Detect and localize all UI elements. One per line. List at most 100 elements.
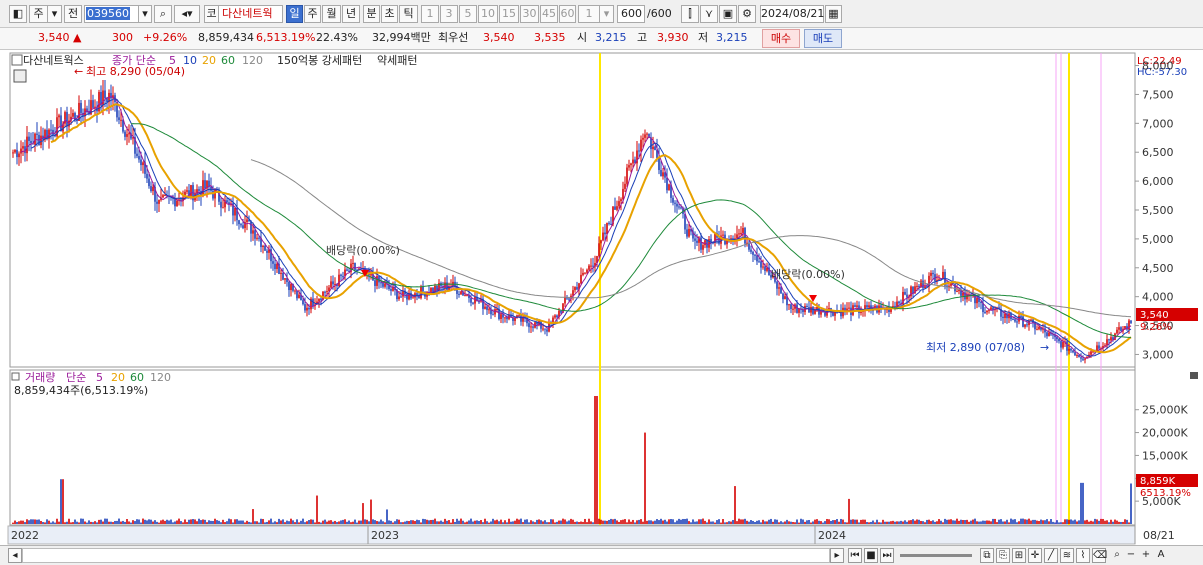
- interval-60[interactable]: 60: [559, 5, 576, 23]
- volume-bar: [794, 522, 796, 524]
- date-input[interactable]: 2024/08/21: [760, 5, 824, 23]
- candle-body: [258, 237, 260, 239]
- volume-bar: [792, 522, 794, 524]
- fibonacci-icon[interactable]: ≋: [1060, 548, 1074, 563]
- volume-bar: [1116, 520, 1118, 524]
- period-second[interactable]: 초: [381, 5, 398, 23]
- last-price-tag: 3,540: [1140, 310, 1169, 321]
- period-month[interactable]: 월: [322, 5, 341, 23]
- best-bid-label: 최우선: [438, 31, 469, 44]
- horizontal-scrollbar[interactable]: [22, 548, 830, 563]
- interval-10[interactable]: 10: [478, 5, 498, 23]
- interval-3[interactable]: 3: [440, 5, 458, 23]
- period-week[interactable]: 주: [304, 5, 321, 23]
- candle-body: [954, 283, 956, 292]
- stock-chart-svg[interactable]: 다산네트웍스 종가 단순 5 10 20 60 120 150억봉 강세패턴 약…: [0, 50, 1203, 546]
- calendar-icon[interactable]: ▦: [825, 5, 842, 23]
- save-icon[interactable]: ▣: [719, 5, 737, 23]
- volume-bar: [324, 519, 326, 524]
- candle-body: [298, 294, 300, 299]
- volume-bar: [378, 521, 380, 524]
- volume-bar: [468, 520, 470, 524]
- chevron-down-icon[interactable]: ▾: [139, 5, 152, 23]
- volume-bar: [64, 522, 66, 524]
- volume-bar: [642, 521, 644, 524]
- candle-body: [860, 311, 862, 313]
- font-size-icon[interactable]: A: [1154, 548, 1168, 563]
- compare-icon[interactable]: ⊞: [1012, 548, 1026, 563]
- volume-bar: [526, 519, 528, 524]
- volume-bar: [446, 520, 448, 524]
- first-page-icon[interactable]: ⏮: [848, 548, 862, 563]
- volume-bar: [152, 521, 154, 524]
- volume-ma-title: 단순: [66, 371, 86, 384]
- candle-body: [486, 306, 488, 310]
- grid-icon[interactable]: [13, 69, 27, 83]
- stop-icon[interactable]: ■: [864, 548, 878, 563]
- last-page-icon[interactable]: ⏭: [880, 548, 894, 563]
- copy-icon[interactable]: ⎘: [996, 548, 1010, 563]
- volume-bar: [550, 519, 552, 524]
- volume-bar: [128, 521, 130, 524]
- period-day[interactable]: 일: [286, 5, 303, 23]
- zoom-in-icon[interactable]: +: [1139, 548, 1153, 563]
- candle-body: [646, 133, 648, 135]
- chevron-down-icon[interactable]: ▾: [48, 5, 62, 23]
- buy-button[interactable]: 매수: [762, 29, 800, 48]
- scroll-right-icon[interactable]: ▸: [830, 548, 844, 563]
- draw-tool-icon[interactable]: ╱: [1044, 548, 1058, 563]
- period-year[interactable]: 년: [342, 5, 360, 23]
- period-tick[interactable]: 틱: [399, 5, 418, 23]
- volume-bar: [318, 521, 320, 524]
- volume-bar: [712, 521, 714, 524]
- volume-bar: [646, 520, 648, 524]
- volume-bar: [320, 522, 322, 524]
- zoom-icon[interactable]: ⌕: [1110, 548, 1124, 563]
- overlay-icon[interactable]: ⧉: [980, 548, 994, 563]
- volume-bar: [1086, 519, 1088, 524]
- chart-tool-icon[interactable]: ⌇: [1076, 548, 1090, 563]
- sell-button[interactable]: 매도: [804, 29, 842, 48]
- indicator-icon[interactable]: ⋎: [700, 5, 718, 23]
- crosshair-icon[interactable]: ✛: [1028, 548, 1042, 563]
- interval-1[interactable]: 1: [421, 5, 439, 23]
- interval-30[interactable]: 30: [520, 5, 539, 23]
- volume-bar: [372, 519, 374, 524]
- quote-amount: 32,994백만: [372, 31, 431, 44]
- volume-bar: [624, 519, 626, 524]
- volume-bar: [136, 519, 138, 524]
- gear-icon[interactable]: ⚙: [738, 5, 756, 23]
- scroll-left-icon[interactable]: ◂: [8, 548, 22, 563]
- volume-bar: [414, 521, 416, 524]
- volume-bar: [164, 520, 166, 524]
- candle-body: [1056, 337, 1058, 339]
- price-tick-label: 4,500: [1142, 262, 1174, 275]
- interval-15[interactable]: 15: [499, 5, 519, 23]
- candle-body: [644, 134, 646, 138]
- interval-45[interactable]: 45: [540, 5, 558, 23]
- period-minute[interactable]: 분: [363, 5, 380, 23]
- volume-bar: [768, 519, 770, 524]
- volume-bar: [26, 519, 28, 524]
- volume-panel-frame: [9, 369, 1136, 526]
- zoom-out-icon[interactable]: −: [1124, 548, 1138, 563]
- zoom-slider[interactable]: [900, 554, 972, 557]
- candle-body: [700, 237, 702, 250]
- stock-code-input[interactable]: 039560: [84, 5, 139, 23]
- chevron-down-icon[interactable]: ▾: [600, 5, 614, 23]
- interval-input[interactable]: 1: [578, 5, 600, 23]
- interval-5[interactable]: 5: [459, 5, 477, 23]
- panel-close-icon[interactable]: [1190, 372, 1198, 379]
- search-icon[interactable]: ⌕: [154, 5, 172, 23]
- layout-icon[interactable]: ◧: [9, 5, 27, 23]
- speaker-icon[interactable]: ◂▾: [174, 5, 200, 23]
- volume-bar: [226, 521, 228, 524]
- count-input[interactable]: 600: [617, 5, 645, 23]
- prev-button[interactable]: 전: [64, 5, 82, 23]
- erase-icon[interactable]: ⌫: [1092, 548, 1107, 563]
- volume-bar: [706, 522, 708, 524]
- market-select[interactable]: 주: [29, 5, 48, 23]
- candle-type-icon[interactable]: ⫿: [681, 5, 699, 23]
- candle-body: [868, 305, 870, 308]
- candle-body: [790, 304, 792, 309]
